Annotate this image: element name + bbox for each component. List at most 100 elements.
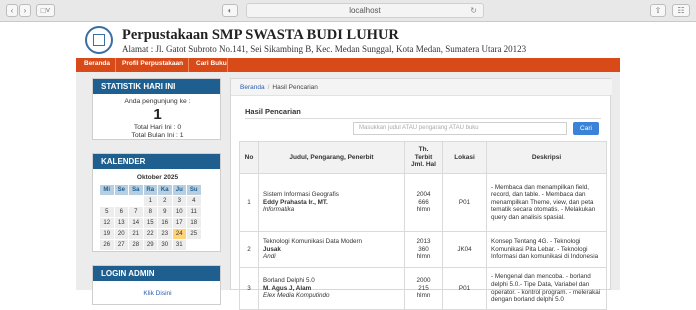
page: Perpustakaan SMP SWASTA BUDI LUHUR Alama… [76, 22, 620, 310]
book-pages: 215 [418, 284, 429, 292]
book-publisher: Andi [263, 253, 276, 261]
book-title: Sistem Informasi Geografis [263, 191, 339, 199]
calendar-day: 9 [158, 207, 172, 217]
calendar-day-today: 24 [172, 229, 186, 239]
book-info: Sistem Informasi Geografis Eddy Prahasta… [258, 173, 405, 232]
share-button[interactable]: ⇧ [650, 4, 666, 17]
calendar-day: 16 [158, 218, 172, 228]
book-description: - Mengenal dan mencoba. - borland delphi… [486, 267, 607, 310]
calendar-day-header: Ra [143, 185, 157, 195]
calendar-day: 11 [187, 207, 201, 217]
url-text: localhost [349, 6, 381, 15]
privacy-shield-icon[interactable]: ◐ [222, 4, 238, 17]
calendar-day: 7 [129, 207, 143, 217]
calendar-day [129, 196, 143, 206]
book-location: P01 [442, 267, 487, 310]
calendar-day: 26 [100, 240, 114, 250]
breadcrumb-separator: / [267, 84, 270, 91]
calendar-day-header: Ju [172, 185, 186, 195]
sidebar-toggle-button[interactable]: □˅ [36, 4, 55, 17]
calendar-day [115, 196, 129, 206]
calendar-day: 19 [100, 229, 114, 239]
visitor-number: 1 [153, 106, 162, 123]
calendar-day: 5 [100, 207, 114, 217]
column-header-description: Deskripsi [486, 141, 607, 174]
book-title: Borland Delphi 5.0 [263, 277, 315, 285]
search-input[interactable]: Masukkan judul ATAU pengarang ATAU buku [353, 122, 567, 135]
book-author: Eddy Prahasta Ir., MT. [263, 198, 328, 206]
table-row: 3 Borland Delphi 5.0 M. Agus J, Alam Ele… [239, 267, 607, 310]
nav-item-profil[interactable]: Profil Perpustakaan [122, 60, 183, 67]
book-pages-unit: hlmn [416, 292, 431, 300]
calendar-day-header: Ka [158, 185, 172, 195]
today-total: Total Hari Ini : 0 [133, 124, 182, 131]
browser-toolbar: ‹ › □˅ ◐ localhost ↻ ⇧ ☷ [0, 0, 696, 22]
search-button[interactable]: Cari [573, 122, 599, 135]
calendar-day: 1 [143, 196, 157, 206]
nav-item-cari-buku[interactable]: Cari Buku [196, 60, 227, 67]
divider [245, 118, 601, 119]
tabs-overview-button[interactable]: ☷ [672, 4, 690, 17]
table-header-row: No Judul, Pengarang, Penerbit Th. Terbit… [239, 141, 607, 174]
calendar-day: 17 [172, 218, 186, 228]
calendar-day: 27 [114, 240, 128, 250]
book-author: Jusak [263, 245, 281, 253]
book-author: M. Agus J, Alam [263, 284, 312, 292]
calendar-day: 28 [129, 240, 143, 250]
table-row: 2 Teknologi Komunikasi Data Modern Jusak… [239, 231, 607, 268]
breadcrumb-home-link[interactable]: Beranda [240, 84, 265, 91]
book-pages-unit: hlmn [416, 206, 431, 214]
book-year-pages: 2013 360 hlmn [404, 231, 443, 268]
calendar-day: 22 [143, 229, 157, 239]
site-title: Perpustakaan SMP SWASTA BUDI LUHUR [122, 27, 399, 43]
calendar-day: 25 [187, 229, 201, 239]
book-info: Teknologi Komunikasi Data Modern Jusak A… [258, 231, 405, 268]
calendar-day: 15 [143, 218, 157, 228]
breadcrumb: Beranda / Hasil Pencarian [231, 79, 612, 96]
column-header-no: No [239, 141, 259, 174]
book-year: 2013 [416, 238, 431, 246]
book-pages: 666 [418, 198, 429, 206]
row-number: 3 [239, 267, 259, 310]
breadcrumb-current: Hasil Pencarian [272, 84, 318, 91]
address-bar[interactable]: localhost ↻ [246, 3, 484, 18]
calendar-day-header: Su [187, 185, 201, 195]
book-description: Konsep Tentang 4G. - Teknologi Komunikas… [486, 231, 607, 268]
calendar-day: 18 [187, 218, 201, 228]
login-heading: LOGIN ADMIN [93, 266, 220, 281]
calendar-day: 8 [143, 207, 157, 217]
login-link[interactable]: Klik Disini [93, 290, 222, 297]
calendar-day: 12 [100, 218, 114, 228]
calendar-day: 13 [114, 218, 128, 228]
main-content: Beranda / Hasil Pencarian Hasil Pencarian … [230, 78, 612, 310]
reload-icon[interactable]: ↻ [470, 4, 477, 17]
row-number: 2 [239, 231, 259, 268]
book-year-pages: 2004 666 hlmn [404, 173, 443, 232]
stats-heading: STATISTIK HARI INI [93, 79, 220, 94]
calendar-day: 30 [158, 240, 172, 250]
calendar-day: 6 [114, 207, 128, 217]
calendar-day: 4 [187, 196, 201, 206]
results-table: No Judul, Pengarang, Penerbit Th. Terbit… [239, 141, 607, 310]
row-number: 1 [239, 173, 259, 232]
book-title: Teknologi Komunikasi Data Modern [263, 238, 363, 246]
calendar-day: 31 [172, 240, 186, 250]
calendar-day [100, 196, 114, 206]
nav-item-beranda[interactable]: Beranda [84, 60, 110, 67]
column-header-title: Judul, Pengarang, Penerbit [258, 141, 405, 174]
book-publisher: Informatika [263, 206, 295, 214]
calendar-day: 20 [114, 229, 128, 239]
column-header-location: Lokasi [442, 141, 487, 174]
forward-button[interactable]: › [19, 4, 31, 17]
book-pages: 360 [418, 245, 429, 253]
results-title: Hasil Pencarian [245, 107, 301, 116]
calendar-box: KALENDER Oktober 2025 Mi Se Sa Ra Ka Ju … [92, 153, 221, 252]
book-publisher: Elex Media Komputindo [263, 292, 330, 300]
calendar-grid: Mi Se Sa Ra Ka Ju Su 1 2 3 4 5 6 7 8 9 1… [99, 184, 202, 251]
back-button[interactable]: ‹ [6, 4, 18, 17]
calendar-heading: KALENDER [93, 154, 220, 169]
book-pages-unit: hlmn [416, 253, 431, 261]
book-location: JK04 [442, 231, 487, 268]
calendar-day-header: Sa [129, 185, 143, 195]
calendar-day: 14 [129, 218, 143, 228]
